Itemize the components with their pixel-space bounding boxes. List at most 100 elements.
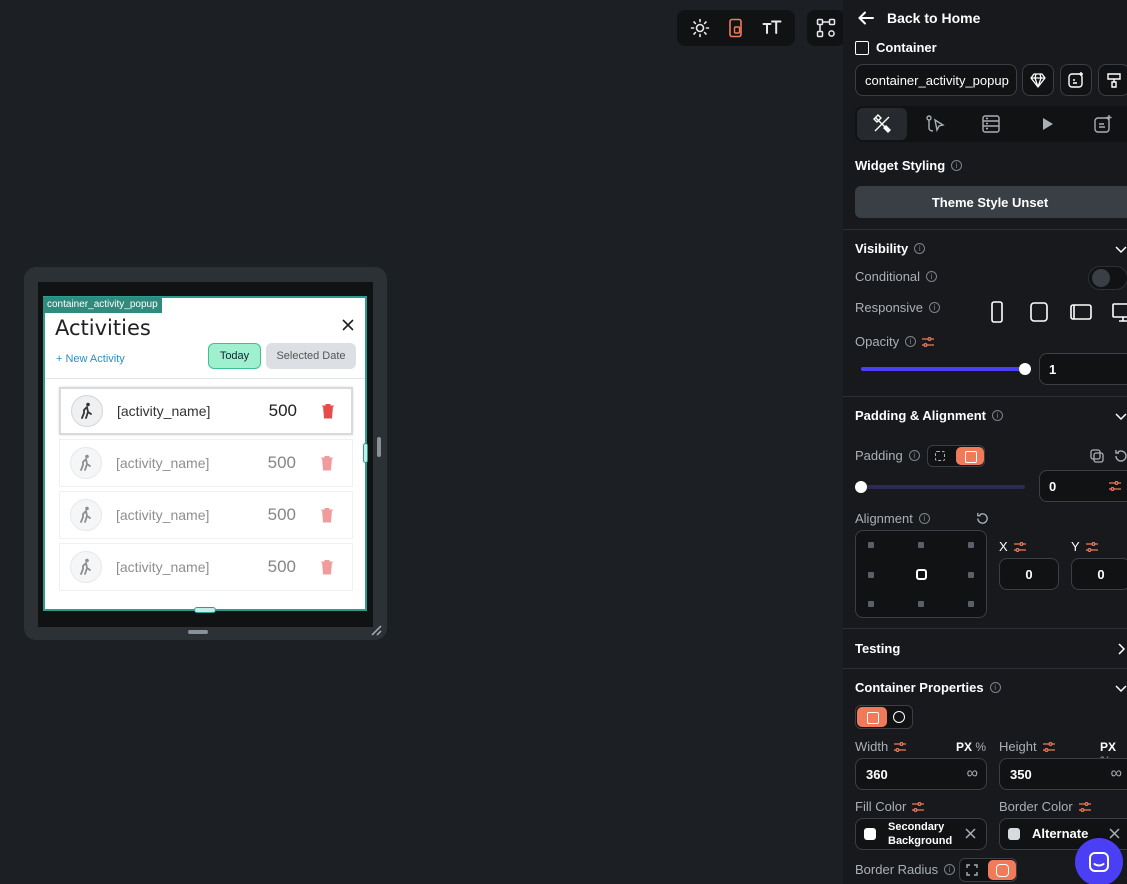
height-input[interactable]: 350 ∞ bbox=[999, 758, 1127, 790]
device-frame-button[interactable] bbox=[721, 13, 751, 43]
ai-generate-button[interactable] bbox=[1060, 64, 1092, 96]
align-bottom-left[interactable] bbox=[868, 601, 874, 607]
unit-px[interactable]: PX bbox=[956, 740, 972, 754]
corner-frame-icon[interactable] bbox=[966, 864, 978, 876]
align-top-left[interactable] bbox=[868, 542, 874, 548]
today-button[interactable]: Today bbox=[208, 343, 261, 369]
resize-corner-icon[interactable] bbox=[369, 623, 383, 637]
paint-style-button[interactable] bbox=[1098, 64, 1127, 96]
info-icon[interactable]: i bbox=[905, 336, 917, 347]
trash-icon[interactable] bbox=[320, 507, 334, 523]
widget-tree-button[interactable] bbox=[811, 13, 841, 43]
unit-percent[interactable]: % bbox=[975, 740, 986, 754]
infinity-icon[interactable]: ∞ bbox=[1111, 765, 1122, 783]
align-y-input[interactable]: 0 bbox=[1071, 558, 1127, 590]
tab-backend-query[interactable] bbox=[963, 108, 1019, 140]
trash-icon[interactable] bbox=[320, 559, 334, 575]
border-radius-mode-toggle[interactable] bbox=[959, 858, 1017, 882]
device-bottom-handle[interactable] bbox=[188, 630, 208, 634]
chevron-right-icon[interactable] bbox=[1115, 643, 1127, 655]
theme-style-button[interactable]: Theme Style Unset bbox=[855, 186, 1127, 218]
activity-row[interactable]: [activity_name] 500 bbox=[59, 543, 353, 591]
width-input[interactable]: 360 ∞ bbox=[855, 758, 987, 790]
support-chat-button[interactable] bbox=[1075, 838, 1123, 884]
info-icon[interactable]: i bbox=[944, 864, 956, 875]
visibility-heading[interactable]: Visibility i bbox=[855, 241, 926, 256]
info-icon[interactable]: i bbox=[951, 160, 963, 171]
info-icon[interactable]: i bbox=[908, 450, 920, 461]
align-center-selected[interactable] bbox=[916, 569, 927, 580]
reset-icon[interactable] bbox=[975, 511, 990, 526]
variable-settings-icon[interactable] bbox=[1013, 541, 1026, 552]
info-icon[interactable]: i bbox=[918, 513, 930, 524]
tablet-icon[interactable] bbox=[1027, 300, 1051, 324]
activity-row[interactable]: [activity_name] 500 bbox=[59, 387, 353, 435]
variable-settings-icon[interactable] bbox=[922, 336, 935, 347]
info-icon[interactable]: i bbox=[914, 243, 926, 254]
variable-settings-icon[interactable] bbox=[894, 741, 907, 752]
unit-px[interactable]: PX bbox=[1100, 740, 1116, 754]
new-activity-link[interactable]: + New Activity bbox=[56, 353, 125, 365]
light-mode-button[interactable] bbox=[685, 13, 715, 43]
desktop-icon[interactable] bbox=[1111, 300, 1127, 324]
testing-heading[interactable]: Testing bbox=[855, 641, 900, 656]
align-top-right[interactable] bbox=[968, 542, 974, 548]
align-center-right[interactable] bbox=[968, 572, 974, 578]
tab-animations[interactable] bbox=[1019, 108, 1075, 140]
individual-padding-icon[interactable] bbox=[956, 447, 984, 465]
device-resize-handle[interactable] bbox=[377, 437, 381, 457]
close-icon[interactable] bbox=[341, 318, 355, 332]
info-icon[interactable]: i bbox=[928, 302, 940, 313]
align-center-left[interactable] bbox=[868, 572, 874, 578]
info-icon[interactable]: i bbox=[926, 271, 938, 282]
alignment-picker[interactable] bbox=[855, 530, 987, 618]
trash-icon[interactable] bbox=[321, 403, 335, 419]
chevron-down-icon[interactable] bbox=[1115, 410, 1127, 422]
chevron-down-icon[interactable] bbox=[1115, 682, 1127, 694]
align-top-center[interactable] bbox=[918, 542, 924, 548]
variable-settings-icon[interactable] bbox=[1042, 741, 1055, 752]
tab-notes[interactable] bbox=[1075, 108, 1127, 140]
width-unit-toggle[interactable]: PX % bbox=[956, 740, 986, 754]
tablet-landscape-icon[interactable] bbox=[1069, 300, 1093, 324]
padding-slider-knob[interactable] bbox=[855, 481, 867, 493]
padding-slider-track[interactable] bbox=[861, 485, 1025, 489]
text-scale-button[interactable] bbox=[757, 13, 787, 43]
variable-settings-icon[interactable] bbox=[1078, 801, 1091, 812]
rectangle-shape-icon[interactable] bbox=[857, 707, 887, 727]
activity-row[interactable]: [activity_name] 500 bbox=[59, 491, 353, 539]
back-to-home-button[interactable]: Back to Home bbox=[857, 9, 980, 27]
reset-icon[interactable] bbox=[1113, 448, 1127, 464]
info-icon[interactable]: i bbox=[991, 410, 1003, 421]
copy-icon[interactable] bbox=[1089, 448, 1105, 464]
conditional-toggle[interactable] bbox=[1088, 266, 1127, 290]
height-resize-handle[interactable] bbox=[194, 607, 216, 613]
fill-color-picker[interactable]: Secondary Background bbox=[855, 818, 987, 850]
variable-settings-icon[interactable] bbox=[912, 801, 925, 812]
width-resize-handle[interactable] bbox=[363, 443, 368, 463]
variable-settings-icon[interactable] bbox=[1109, 481, 1121, 491]
trash-icon[interactable] bbox=[320, 455, 334, 471]
variable-settings-icon[interactable] bbox=[1085, 541, 1098, 552]
align-bottom-right[interactable] bbox=[968, 601, 974, 607]
activity-row[interactable]: [activity_name] 500 bbox=[59, 439, 353, 487]
padding-alignment-heading[interactable]: Padding & Alignment i bbox=[855, 408, 1003, 423]
widget-name-input[interactable]: container_activity_popup bbox=[855, 64, 1017, 96]
phone-icon[interactable] bbox=[985, 300, 1009, 324]
rounded-corner-icon[interactable] bbox=[988, 860, 1016, 880]
clear-icon[interactable] bbox=[1109, 828, 1120, 839]
tab-properties[interactable] bbox=[857, 108, 907, 140]
tab-actions[interactable] bbox=[907, 108, 963, 140]
clear-icon[interactable] bbox=[965, 828, 976, 839]
activities-popup-container[interactable]: Activities + New Activity Today Selected… bbox=[43, 296, 367, 611]
align-bottom-center[interactable] bbox=[918, 601, 924, 607]
info-icon[interactable]: i bbox=[989, 682, 1001, 693]
padding-mode-toggle[interactable] bbox=[927, 445, 985, 467]
selected-date-button[interactable]: Selected Date bbox=[266, 343, 356, 369]
uniform-padding-icon[interactable] bbox=[935, 451, 945, 461]
opacity-input[interactable]: 1 bbox=[1039, 353, 1127, 385]
infinity-icon[interactable]: ∞ bbox=[967, 765, 978, 783]
opacity-slider-knob[interactable] bbox=[1019, 363, 1031, 375]
chevron-down-icon[interactable] bbox=[1115, 243, 1127, 255]
shape-toggle[interactable] bbox=[855, 705, 913, 729]
